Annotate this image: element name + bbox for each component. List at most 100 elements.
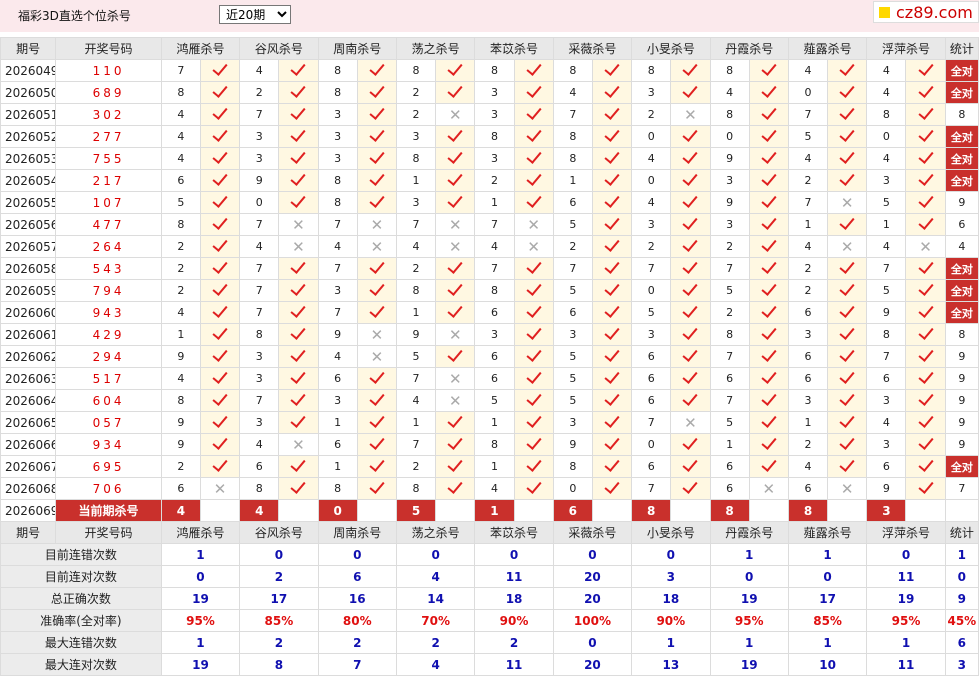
check-icon (827, 279, 868, 302)
check-icon (435, 125, 476, 148)
check-icon (435, 59, 476, 82)
kill-number-cell: 6 (787, 477, 829, 500)
cross-icon: ✕ (748, 477, 789, 500)
check-icon (356, 411, 397, 434)
kill-number-cell: 6 (631, 367, 672, 390)
check-icon (905, 81, 946, 104)
current-kill-number: 4 (160, 499, 201, 522)
kill-number-cell: 4 (239, 433, 280, 456)
issue-cell: 2026067 (0, 455, 57, 478)
stats-value: 13 (631, 653, 711, 676)
stat-cell: 8 (944, 103, 979, 126)
kill-number-cell: 1 (709, 433, 750, 456)
check-icon (827, 455, 868, 478)
stats-value: 11 (866, 565, 946, 588)
kill-number-cell: 8 (552, 59, 593, 82)
header-expert: 丹霞杀号 (709, 521, 789, 544)
kill-number-cell: 4 (160, 301, 201, 324)
check-icon (435, 345, 476, 368)
kill-number-cell: 5 (787, 125, 829, 148)
kill-number-cell: 6 (787, 345, 829, 368)
draw-number-cell: 794 (55, 279, 162, 302)
check-icon (905, 345, 946, 368)
check-icon (356, 169, 397, 192)
period-select[interactable]: 近20期 (219, 5, 291, 24)
table-row: 2026062 294 9 3 4 ✕ 5 6 5 6 7 6 7 9 (0, 345, 979, 368)
check-icon (670, 235, 711, 258)
check-icon (827, 125, 868, 148)
header-row: 期号 开奖号码 鸿雁杀号 谷风杀号 周南杀号 荡之杀号 苯苡杀号 采薇杀号 小旻杀号 丹霞杀号 薤露… (0, 37, 979, 60)
cross-icon: ✕ (670, 411, 711, 434)
header-expert: 苯苡杀号 (474, 521, 554, 544)
current-kill-number: 0 (317, 499, 358, 522)
check-icon (591, 147, 633, 170)
draw-number-cell: 277 (55, 125, 162, 148)
header-expert: 谷风杀号 (239, 37, 319, 60)
stats-total: 9 (944, 587, 979, 610)
stats-label: 最大连对次数 (0, 653, 162, 676)
check-icon (748, 433, 789, 456)
stat-cell: 9 (944, 367, 979, 390)
kill-number-cell: 3 (866, 433, 907, 456)
kill-number-cell: 4 (631, 191, 672, 214)
kill-number-cell: 9 (160, 345, 201, 368)
check-icon (278, 59, 319, 82)
stat-cell: 9 (944, 389, 979, 412)
draw-number-cell: 517 (55, 367, 162, 390)
stats-value: 0 (474, 543, 554, 566)
kill-number-cell: 3 (552, 323, 593, 346)
cross-icon: ✕ (435, 367, 476, 390)
header-stat: 统计 (944, 37, 979, 60)
kill-number-cell: 6 (866, 367, 907, 390)
stats-value: 85% (787, 609, 868, 632)
stats-label: 总正确次数 (0, 587, 162, 610)
kill-number-cell: 7 (631, 477, 672, 500)
issue-cell: 2026060 (0, 301, 57, 324)
kill-number-cell: 3 (317, 279, 358, 302)
draw-number-cell: 302 (55, 103, 162, 126)
cross-icon: ✕ (435, 323, 476, 346)
kill-number-cell: 4 (160, 125, 201, 148)
check-icon (356, 81, 397, 104)
table-row: 2026054 217 6 9 8 1 2 1 0 3 2 3 全对 (0, 169, 979, 192)
stats-value: 1 (866, 631, 946, 654)
kill-number-cell: 3 (239, 367, 280, 390)
check-icon (905, 301, 946, 324)
kill-number-cell: 2 (395, 455, 437, 478)
kill-number-cell: 4 (787, 59, 829, 82)
stat-cell: 全对 (944, 147, 979, 170)
table-row: 2026058 543 2 7 7 2 7 7 7 7 2 7 全对 (0, 257, 979, 280)
stats-value: 8 (239, 653, 319, 676)
check-icon (356, 59, 397, 82)
kill-number-cell: 6 (631, 389, 672, 412)
site-logo[interactable]: cz89.com (873, 1, 979, 23)
kill-number-cell: 1 (395, 169, 437, 192)
kill-number-cell: 6 (160, 169, 201, 192)
kill-number-cell: 4 (866, 147, 907, 170)
check-icon (827, 103, 868, 126)
header-expert: 薤露杀号 (787, 37, 868, 60)
header-expert: 荡之杀号 (395, 521, 476, 544)
check-icon (591, 125, 633, 148)
check-icon (199, 433, 241, 456)
kill-number-cell: 2 (631, 235, 672, 258)
kill-number-cell: 7 (239, 301, 280, 324)
kill-number-cell: 4 (866, 235, 907, 258)
check-icon (513, 301, 554, 324)
check-icon (905, 477, 946, 500)
draw-number-cell: 429 (55, 323, 162, 346)
stats-value: 0 (552, 543, 633, 566)
kill-number-cell: 4 (317, 345, 358, 368)
check-icon (199, 367, 241, 390)
kill-number-cell: 2 (709, 235, 750, 258)
cross-icon: ✕ (435, 235, 476, 258)
stat-cell: 全对 (944, 455, 979, 478)
check-icon (670, 389, 711, 412)
stats-value: 19 (866, 587, 946, 610)
check-icon (591, 191, 633, 214)
check-icon (905, 367, 946, 390)
header-issue: 期号 (0, 521, 57, 544)
header-expert: 小旻杀号 (631, 521, 711, 544)
kill-number-cell: 8 (474, 433, 515, 456)
stats-value: 11 (474, 653, 554, 676)
